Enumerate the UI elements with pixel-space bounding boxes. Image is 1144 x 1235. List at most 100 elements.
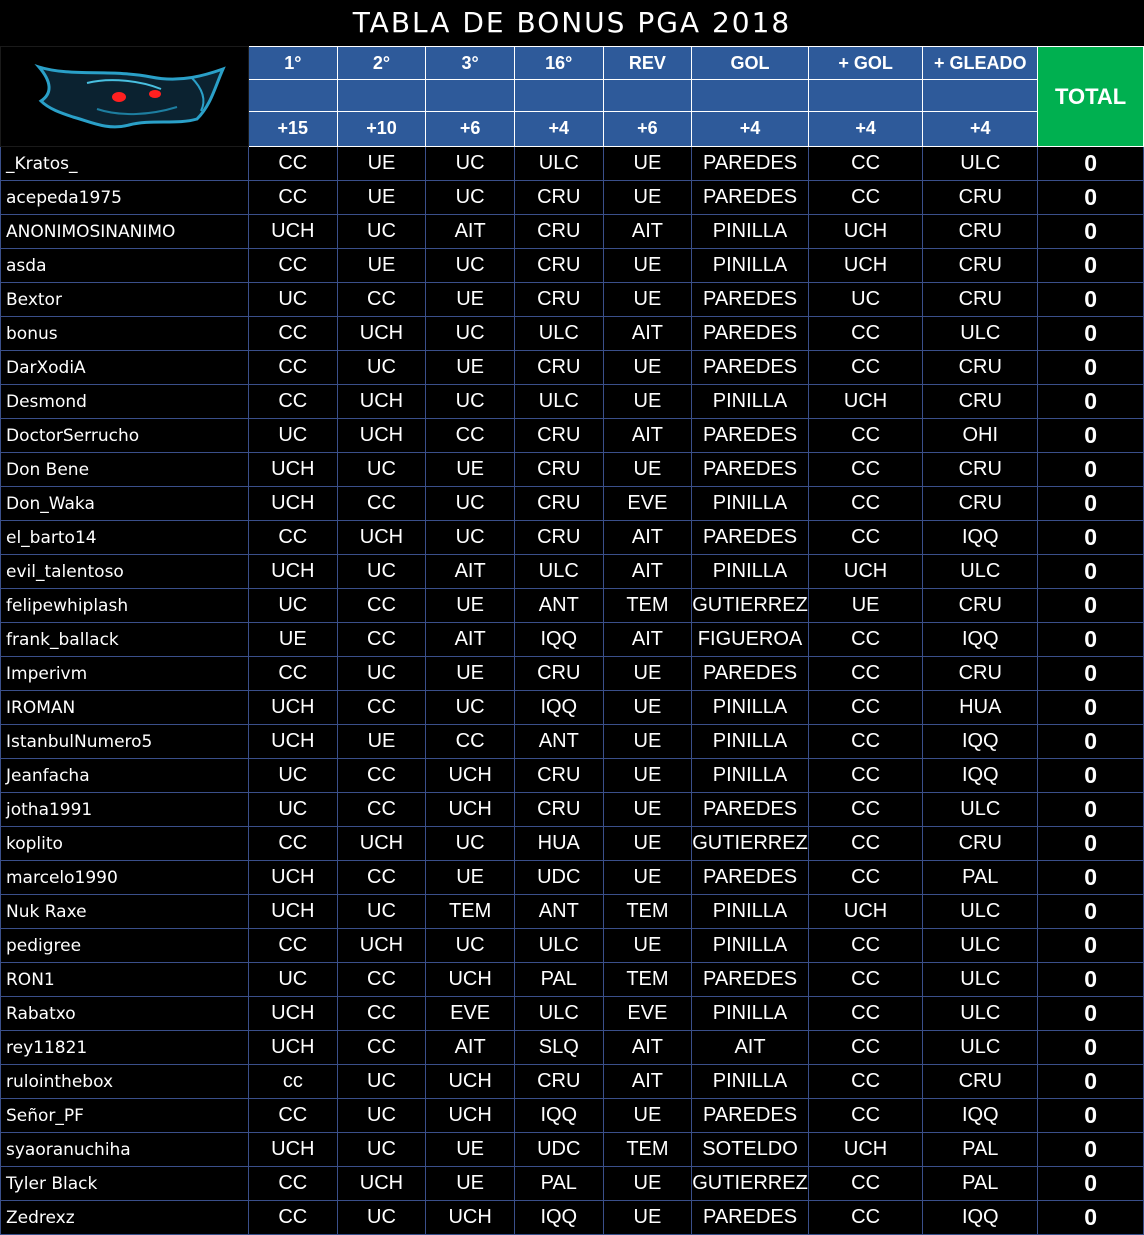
pick-cell: AIT bbox=[425, 554, 515, 589]
pick-cell: PAREDES bbox=[691, 452, 809, 487]
column-points: +4 bbox=[691, 110, 809, 148]
player-name: felipewhiplash bbox=[0, 588, 249, 623]
pick-cell: ULC bbox=[922, 1030, 1039, 1065]
player-name: frank_ballack bbox=[0, 622, 249, 657]
column-header-spacer bbox=[247, 79, 338, 112]
player-name: IstanbulNumero5 bbox=[0, 724, 249, 759]
pick-cell: CC bbox=[247, 248, 338, 283]
pick-cell: CC bbox=[247, 826, 338, 861]
total-cell: 0 bbox=[1037, 656, 1144, 691]
pick-cell: TEM bbox=[602, 894, 693, 929]
pick-cell: CRU bbox=[513, 758, 604, 793]
total-cell: 0 bbox=[1037, 384, 1144, 419]
pick-cell: UC bbox=[336, 894, 427, 929]
pick-cell: CRU bbox=[922, 248, 1039, 283]
pick-cell: UCH bbox=[336, 928, 427, 963]
pick-cell: CC bbox=[247, 928, 338, 963]
pick-cell: CC bbox=[336, 962, 427, 997]
pick-cell: CC bbox=[336, 282, 427, 317]
table-row: IstanbulNumero5 UCH UE CC ANT UE PINILLA CC IQQ 0 bbox=[0, 724, 1144, 759]
pick-cell: UCH bbox=[807, 214, 924, 249]
pick-cell: ULC bbox=[922, 146, 1039, 181]
player-name: DarXodiA bbox=[0, 350, 249, 385]
total-cell: 0 bbox=[1037, 894, 1144, 929]
pick-cell: UE bbox=[602, 1200, 693, 1235]
pick-cell: UC bbox=[247, 418, 338, 453]
pick-cell: UE bbox=[602, 282, 693, 317]
pick-cell: UCH bbox=[807, 894, 924, 929]
pick-cell: IQQ bbox=[513, 622, 604, 657]
table-row: Don_Waka UCH CC UC CRU EVE PINILLA CC CRU 0 bbox=[0, 486, 1144, 521]
pick-cell: PAL bbox=[922, 1132, 1039, 1167]
pick-cell: UE bbox=[602, 248, 693, 283]
pick-cell: CC bbox=[807, 724, 924, 759]
table-header: 1° 2° 3° 16° REV GOL + GOL + GLEADO TOTAL +15 +10… bbox=[0, 45, 1144, 148]
pick-cell: CC bbox=[247, 520, 338, 555]
player-name: syaoranuchiha bbox=[0, 1132, 249, 1167]
column-header: 16° bbox=[513, 45, 604, 81]
table-row: Desmond CC UCH UC ULC UE PINILLA UCH CRU 0 bbox=[0, 384, 1144, 419]
pick-cell: CRU bbox=[922, 384, 1039, 419]
table-row: Rabatxo UCH CC EVE ULC EVE PINILLA CC ULC 0 bbox=[0, 996, 1144, 1031]
total-cell: 0 bbox=[1037, 690, 1144, 725]
pick-cell: UC bbox=[336, 656, 427, 691]
table-row: pedigree CC UCH UC ULC UE PINILLA CC ULC 0 bbox=[0, 928, 1144, 963]
pick-cell: ULC bbox=[513, 554, 604, 589]
pick-cell: UE bbox=[602, 826, 693, 861]
table-row: koplito CC UCH UC HUA UE GUTIERREZ CC CRU 0 bbox=[0, 826, 1144, 861]
pick-cell: UCH bbox=[807, 1132, 924, 1167]
pick-cell: cc bbox=[247, 1064, 338, 1099]
pick-cell: UC bbox=[336, 554, 427, 589]
pick-cell: UE bbox=[602, 384, 693, 419]
pick-cell: AIT bbox=[602, 622, 693, 657]
pick-cell: CC bbox=[807, 826, 924, 861]
pick-cell: CRU bbox=[513, 418, 604, 453]
pick-cell: AIT bbox=[602, 520, 693, 555]
table-row: DarXodiA CC UC UE CRU UE PAREDES CC CRU 0 bbox=[0, 350, 1144, 385]
player-name: Desmond bbox=[0, 384, 249, 419]
pick-cell: UCH bbox=[336, 1166, 427, 1201]
pick-cell: UE bbox=[336, 180, 427, 215]
pick-cell: UC bbox=[336, 1098, 427, 1133]
pick-cell: CRU bbox=[513, 452, 604, 487]
total-cell: 0 bbox=[1037, 1200, 1144, 1235]
pick-cell: PAREDES bbox=[691, 350, 809, 385]
pick-cell: ULC bbox=[922, 792, 1039, 827]
total-cell: 0 bbox=[1037, 1030, 1144, 1065]
total-cell: 0 bbox=[1037, 486, 1144, 521]
pick-cell: CRU bbox=[513, 792, 604, 827]
pick-cell: PAREDES bbox=[691, 656, 809, 691]
total-cell: 0 bbox=[1037, 724, 1144, 759]
pick-cell: CRU bbox=[922, 214, 1039, 249]
pick-cell: AIT bbox=[691, 1030, 809, 1065]
column-header: GOL bbox=[691, 45, 809, 81]
pick-cell: CC bbox=[807, 1064, 924, 1099]
pick-cell: SOTELDO bbox=[691, 1132, 809, 1167]
player-name: Don_Waka bbox=[0, 486, 249, 521]
table-row: rulointhebox cc UC UCH CRU AIT PINILLA CC CRU 0 bbox=[0, 1064, 1144, 1099]
pick-cell: UCH bbox=[336, 520, 427, 555]
pick-cell: CRU bbox=[922, 452, 1039, 487]
pick-cell: CC bbox=[247, 146, 338, 181]
pick-cell: UE bbox=[425, 860, 515, 895]
player-name: Nuk Raxe bbox=[0, 894, 249, 929]
total-cell: 0 bbox=[1037, 452, 1144, 487]
pick-cell: AIT bbox=[425, 214, 515, 249]
pick-cell: PAREDES bbox=[691, 418, 809, 453]
pick-cell: EVE bbox=[602, 996, 693, 1031]
pick-cell: CRU bbox=[922, 1064, 1039, 1099]
table-row: Tyler Black CC UCH UE PAL UE GUTIERREZ CC PAL 0 bbox=[0, 1166, 1144, 1201]
pick-cell: CC bbox=[247, 180, 338, 215]
pick-cell: PAREDES bbox=[691, 1098, 809, 1133]
pick-cell: UCH bbox=[247, 554, 338, 589]
player-name: _Kratos_ bbox=[0, 146, 249, 181]
pick-cell: UCH bbox=[336, 316, 427, 351]
pick-cell: UCH bbox=[336, 826, 427, 861]
pick-cell: PAL bbox=[513, 1166, 604, 1201]
pick-cell: CC bbox=[807, 520, 924, 555]
pick-cell: UC bbox=[425, 146, 515, 181]
pick-cell: CRU bbox=[513, 520, 604, 555]
pick-cell: PAL bbox=[922, 1166, 1039, 1201]
logo bbox=[0, 46, 249, 147]
pick-cell: SLQ bbox=[513, 1030, 604, 1065]
